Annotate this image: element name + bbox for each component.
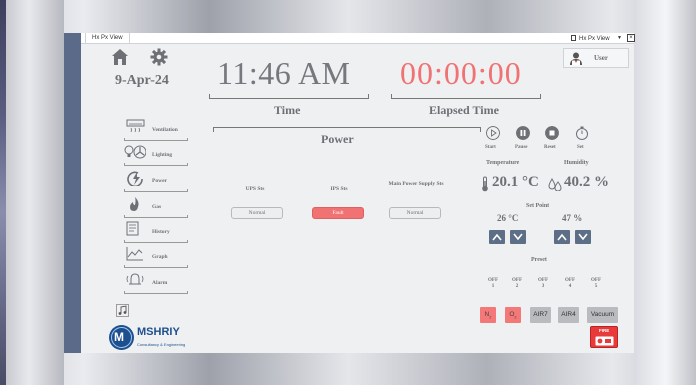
tab-hx-px-view-right[interactable]: Hx Px View ▼ × <box>567 33 635 44</box>
user-avatar-icon <box>570 52 582 65</box>
humidity-drops-icon <box>548 178 562 191</box>
sidebar-item-graph[interactable]: Graph <box>116 246 188 268</box>
document-icon <box>571 35 576 41</box>
device-bezel-left <box>0 0 64 385</box>
fire-alarm-icon <box>595 336 614 346</box>
chevron-up-icon <box>557 233 567 241</box>
preset-label: Preset <box>531 257 547 263</box>
set-label: Set <box>577 145 584 150</box>
humidity-value: 40.2 % <box>564 174 609 190</box>
ups-status-badge: Normal <box>231 207 283 219</box>
temperature-value: 20.1 °C <box>492 174 539 190</box>
music-note-icon[interactable] <box>116 304 129 317</box>
setpoint-label: Set Point <box>526 203 550 209</box>
setpoint-temperature: 26 °C <box>497 213 519 223</box>
preset-1-toggle[interactable]: OFF 1 <box>484 278 502 290</box>
time-label: Time <box>274 103 301 117</box>
ips-status-label: IPS Sts <box>330 186 348 192</box>
reset-button[interactable] <box>545 126 559 140</box>
thermometer-icon <box>482 176 488 192</box>
preset-4-toggle[interactable]: OFF 4 <box>561 278 579 290</box>
elapsed-bracket <box>391 94 541 99</box>
humidity-up-button[interactable] <box>554 230 570 244</box>
o2-gas-button[interactable]: O2 <box>505 307 521 323</box>
ac-unit-icon <box>126 119 145 133</box>
start-button[interactable] <box>486 126 500 140</box>
reset-label: Reset <box>544 145 556 150</box>
elapsed-time: 00:00:00 <box>400 55 522 91</box>
fire-alarm-button[interactable]: FIRE <box>590 326 618 348</box>
air7-gas-button[interactable]: AIR7 <box>530 307 551 323</box>
elapsed-label: Elapsed Time <box>429 103 499 117</box>
ups-status-label: UPS Sts <box>245 186 265 192</box>
humidity-down-button[interactable] <box>575 230 591 244</box>
current-date: 9-Apr-24 <box>115 73 169 88</box>
pause-label: Pause <box>515 145 528 150</box>
screen-left-rail <box>64 33 81 353</box>
logo-tagline: Consultancy & Engineering <box>137 342 186 347</box>
chevron-down-icon[interactable]: ▼ <box>617 35 622 41</box>
gear-icon[interactable] <box>150 48 168 66</box>
device-bezel-right <box>636 0 696 385</box>
n2-gas-button[interactable]: N2 <box>480 307 496 323</box>
air4-gas-button[interactable]: AIR4 <box>558 307 579 323</box>
logo-name: MSHRIY <box>137 326 180 338</box>
company-logo: M MSHRIY Consultancy & Engineering <box>108 324 218 352</box>
chevron-up-icon <box>492 233 502 241</box>
hmi-screen: Hx Px View Hx Px View ▼ × 9-Apr-24 11:46… <box>64 33 635 353</box>
temperature-label: Temperature <box>486 160 520 166</box>
start-label: Start <box>485 145 496 150</box>
temp-down-button[interactable] <box>510 230 526 244</box>
main-power-status-badge: Normal <box>389 207 441 219</box>
chevron-down-icon <box>578 233 588 241</box>
power-title: Power <box>321 132 354 146</box>
sidebar-item-power[interactable]: Power <box>116 170 188 192</box>
history-icon <box>126 221 139 236</box>
user-button[interactable]: User <box>563 48 629 68</box>
temp-up-button[interactable] <box>489 230 505 244</box>
tab-hx-px-view-left[interactable]: Hx Px View <box>85 33 130 44</box>
home-icon[interactable] <box>111 48 129 66</box>
pause-button[interactable] <box>516 126 530 140</box>
clock-time: 11:46 AM <box>217 55 351 91</box>
sidebar-item-lighting[interactable]: Lighting <box>116 144 188 166</box>
preset-2-toggle[interactable]: OFF 2 <box>508 278 526 290</box>
close-icon[interactable]: × <box>627 34 635 42</box>
user-label: User <box>594 54 608 62</box>
setpoint-humidity: 47 % <box>562 213 583 223</box>
time-bracket <box>209 94 369 99</box>
ips-status-badge: Fault <box>312 207 364 219</box>
graph-icon <box>126 247 143 261</box>
sidebar-item-gas[interactable]: Gas <box>116 196 188 218</box>
vacuum-gas-button[interactable]: Vacuum <box>587 307 618 323</box>
bulb-fan-icon <box>124 145 146 159</box>
logo-mark-letter: M <box>114 330 124 344</box>
flame-icon <box>130 197 139 211</box>
chevron-down-icon <box>513 233 523 241</box>
sidebar-item-ventilation[interactable]: Ventilation <box>116 119 188 141</box>
sidebar-item-alarm[interactable]: Alarm <box>116 272 188 294</box>
main-power-status-label: Main Power Supply Sts <box>388 181 444 187</box>
preset-5-toggle[interactable]: OFF 5 <box>587 278 605 290</box>
sidebar-item-history[interactable]: History <box>116 221 188 243</box>
preset-3-toggle[interactable]: OFF 3 <box>534 278 552 290</box>
power-icon <box>127 171 143 186</box>
humidity-label: Humidity <box>564 160 589 166</box>
set-timer-button[interactable] <box>575 126 589 140</box>
alarm-icon <box>126 273 144 285</box>
window-tabbar: Hx Px View Hx Px View ▼ × <box>81 33 635 44</box>
